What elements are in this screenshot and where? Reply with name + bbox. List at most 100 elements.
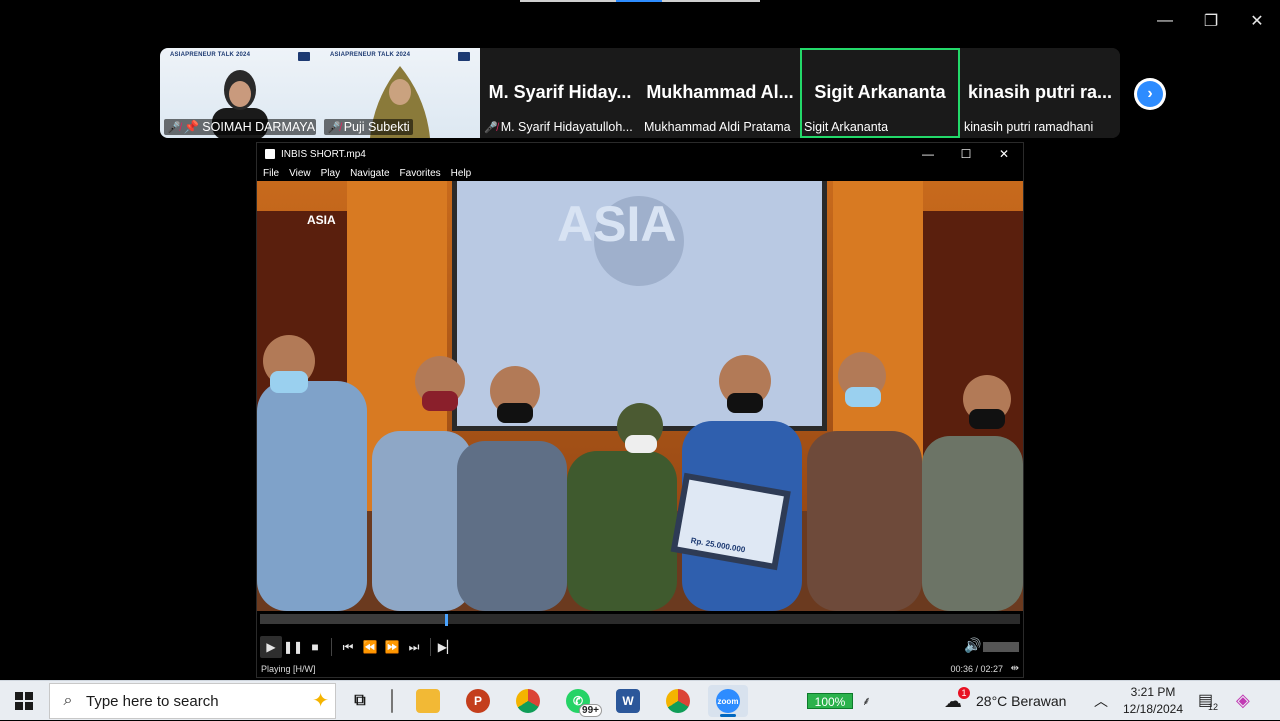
seek-bar[interactable]: [257, 611, 1023, 633]
divider: [331, 638, 332, 656]
aspect-ratio-icon[interactable]: ⇹: [1011, 663, 1019, 674]
mic-muted-icon: 🎤̸: [167, 121, 181, 134]
window-restore-button[interactable]: ❐: [1196, 8, 1226, 34]
participant-label: kinasih putri ramadhani: [964, 119, 1093, 135]
divider-icon: [391, 689, 393, 713]
weather-text[interactable]: 28°C Berawan: [976, 693, 1066, 709]
playback-controls: ▶ ❚❚ ■ ⏮ ⏪ ⏩ ⏭ ▶▏ 🔊: [257, 633, 1023, 661]
whatsapp-badge: 99+: [579, 704, 602, 717]
powerpoint-icon: P: [466, 689, 490, 713]
taskbar-divider: [372, 685, 412, 717]
pause-button[interactable]: ❚❚: [282, 636, 304, 658]
play-button[interactable]: ▶: [260, 636, 282, 658]
ime-icon[interactable]: ⸙: [862, 692, 871, 709]
participant-label: 🎤̸ Puji Subekti: [324, 119, 413, 135]
player-title-bar: INBIS SHORT.mp4 — ☐ ✕: [257, 143, 1023, 165]
clock-date: 12/18/2024: [1122, 702, 1184, 716]
participant-tile[interactable]: kinasih putri ra... kinasih putri ramadh…: [960, 48, 1120, 138]
search-highlight-icon[interactable]: ✦: [312, 688, 329, 713]
player-app-icon: [265, 149, 275, 159]
playback-time: 00:36 / 02:27: [950, 664, 1003, 674]
search-input[interactable]: [86, 692, 266, 710]
window-close-button[interactable]: ✕: [1242, 8, 1272, 34]
logo-badge: [458, 52, 470, 61]
menu-play[interactable]: Play: [321, 168, 340, 179]
gallery-next-button[interactable]: ›: [1134, 78, 1166, 110]
menu-navigate[interactable]: Navigate: [350, 168, 389, 179]
participant-tile[interactable]: Mukhammad Al... Mukhammad Aldi Pratama: [640, 48, 800, 138]
share-indicator-segment: [616, 0, 662, 2]
next-button[interactable]: ⏭: [403, 636, 425, 658]
chrome-button[interactable]: [508, 685, 548, 717]
participant-name: SOIMAH DARMAYA...: [202, 120, 316, 134]
participant-tile-active-speaker[interactable]: Sigit Arkananta Sigit Arkananta: [800, 48, 960, 138]
video-frame[interactable]: ASIA Rp. 25.000.000 ASIA: [257, 181, 1023, 611]
player-close-button[interactable]: ✕: [989, 145, 1019, 163]
participant-name: M. Syarif Hidayatulloh...: [500, 120, 633, 134]
zoom-button[interactable]: zoom: [708, 685, 748, 717]
mic-muted-icon: 🎤̸: [327, 121, 341, 134]
playback-status: Playing [H/W]: [261, 664, 316, 674]
participant-label: Mukhammad Aldi Pratama: [644, 119, 791, 135]
menu-help[interactable]: Help: [451, 168, 472, 179]
fast-forward-button[interactable]: ⏩: [381, 636, 403, 658]
taskbar-search[interactable]: ⌕ ✦: [49, 683, 336, 719]
battery-indicator[interactable]: 100%: [807, 693, 853, 709]
participant-name: kinasih putri ramadhani: [964, 120, 1094, 134]
start-button[interactable]: [0, 681, 48, 721]
seek-track[interactable]: [260, 614, 1020, 626]
chevron-right-icon: ›: [1137, 81, 1163, 107]
participant-label: Sigit Arkananta: [804, 119, 888, 135]
menu-favorites[interactable]: Favorites: [400, 168, 441, 179]
powerpoint-button[interactable]: P: [458, 685, 498, 717]
copilot-icon[interactable]: ◈: [1236, 690, 1250, 711]
chrome-profile-button[interactable]: [658, 685, 698, 717]
rewind-button[interactable]: ⏪: [359, 636, 381, 658]
task-view-icon: ⧉: [354, 692, 366, 709]
participant-name: Puji Subekti: [343, 120, 410, 134]
zoom-icon: zoom: [716, 689, 740, 713]
menu-file[interactable]: File: [263, 168, 279, 179]
player-menu-bar: File View Play Navigate Favorites Help: [257, 165, 1023, 181]
previous-button[interactable]: ⏮: [337, 636, 359, 658]
stop-button[interactable]: ■: [304, 636, 326, 658]
menu-view[interactable]: View: [289, 168, 311, 179]
seek-handle[interactable]: [445, 614, 449, 626]
taskbar-clock[interactable]: 3:21 PM 12/18/2024: [1118, 684, 1188, 718]
participant-display-name: Sigit Arkananta: [814, 82, 946, 102]
logo-badge: [298, 52, 310, 61]
participant-gallery: ASIAPRENEUR TALK 2024 🎤̸ 📌 SOIMAH DARMAY…: [160, 48, 1120, 138]
participant-tile[interactable]: ASIAPRENEUR TALK 2024 🎤̸ Puji Subekti: [320, 48, 480, 138]
clock-time: 3:21 PM: [1130, 685, 1176, 699]
screen-watermark: ASIA: [557, 196, 676, 252]
participant-label: 🎤̸ 📌 SOIMAH DARMAYA...: [164, 119, 316, 135]
pin-icon: 📌: [183, 119, 200, 134]
file-explorer-button[interactable]: [408, 685, 448, 717]
player-title: INBIS SHORT.mp4: [281, 148, 366, 160]
frame-step-button[interactable]: ▶▏: [436, 636, 458, 658]
divider: [430, 638, 431, 656]
player-maximize-button[interactable]: ☐: [951, 145, 981, 163]
participant-display-name: M. Syarif Hiday...: [488, 82, 632, 102]
screen-share-indicator: [520, 0, 760, 2]
participant-label: 🎤̸ M. Syarif Hidayatulloh...: [484, 119, 633, 135]
window-minimize-button[interactable]: —: [1150, 8, 1180, 34]
volume-slider[interactable]: [983, 642, 1019, 652]
taskbar: ⌕ ✦ ⧉ P ✆ 99+ W zoom 100% ⸙ ☁ 1 28°C Ber…: [0, 680, 1280, 720]
volume-icon[interactable]: 🔊: [963, 637, 983, 657]
participant-display-name: Mukhammad Al...: [646, 82, 794, 102]
participant-tile[interactable]: ASIAPRENEUR TALK 2024 🎤̸ 📌 SOIMAH DARMAY…: [160, 48, 320, 138]
mic-muted-icon: 🎤̸: [484, 121, 498, 134]
notification-count: 12: [1208, 702, 1219, 712]
player-minimize-button[interactable]: —: [913, 145, 943, 163]
participant-tile[interactable]: M. Syarif Hiday... 🎤̸ M. Syarif Hidayatu…: [480, 48, 640, 138]
word-button[interactable]: W: [608, 685, 648, 717]
windows-logo-icon: [15, 692, 33, 710]
player-status-bar: Playing [H/W] 00:36 / 02:27 ⇹: [257, 661, 1023, 677]
show-hidden-icons-button[interactable]: ︿: [1094, 691, 1108, 711]
chrome-icon: [516, 689, 540, 713]
media-player-window: INBIS SHORT.mp4 — ☐ ✕ File View Play Nav…: [256, 142, 1024, 678]
participant-name: Mukhammad Aldi Pratama: [644, 120, 791, 134]
svg-text:ASIA: ASIA: [307, 213, 336, 227]
whatsapp-button[interactable]: ✆ 99+: [558, 685, 602, 717]
